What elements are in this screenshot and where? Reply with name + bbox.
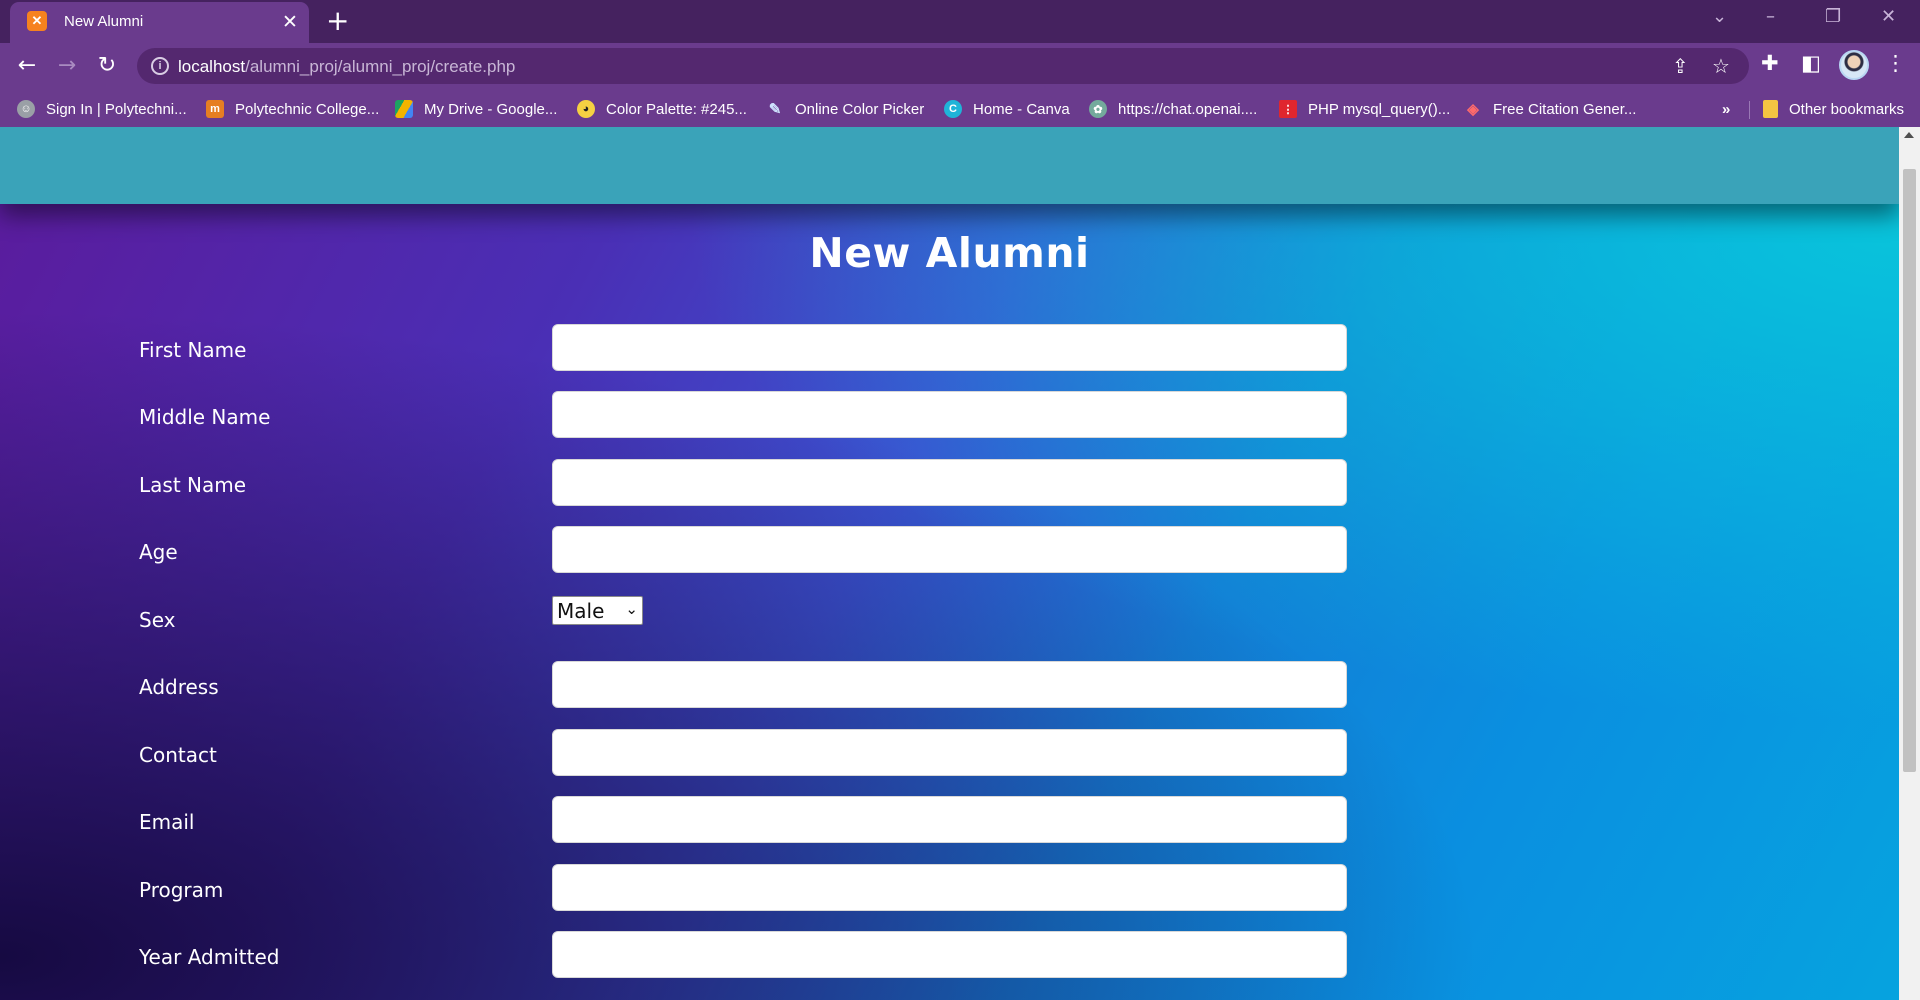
bookmark-item[interactable]: ◕ Color Palette: #245... [577, 98, 747, 120]
php-icon: ⋮ [1279, 100, 1297, 118]
polytechnic-icon: ☺ [17, 100, 35, 118]
browser-tab-strip: ✕ New Alumni ✕ + ⌄ – ❐ ✕ [0, 0, 1920, 43]
year-admitted-input[interactable] [552, 931, 1347, 978]
forward-icon[interactable]: → [53, 51, 81, 79]
middle-name-input[interactable] [552, 391, 1347, 438]
chevron-down-icon: ⌄ [625, 600, 638, 618]
menu-icon[interactable]: ⋮ [1885, 51, 1906, 75]
window-close-icon[interactable]: ✕ [1881, 6, 1896, 27]
bookmark-star-icon[interactable]: ☆ [1712, 54, 1730, 78]
scroll-up-arrow-icon[interactable] [1904, 132, 1914, 138]
contact-input[interactable] [552, 729, 1347, 776]
first-name-label: First Name [139, 338, 247, 362]
browser-tab[interactable]: ✕ New Alumni ✕ [10, 2, 309, 43]
tab-search-icon[interactable]: ⌄ [1712, 6, 1727, 27]
page-viewport: New Alumni First Name Middle Name Last N… [0, 127, 1899, 1000]
tab-title: New Alumni [64, 13, 144, 30]
sex-label: Sex [139, 608, 176, 632]
bookmark-label: Home - Canva [973, 100, 1070, 118]
address-label: Address [139, 675, 219, 699]
browser-toolbar: ← → ↻ i localhost/alumni_proj/alumni_pro… [0, 43, 1920, 89]
bookmark-label: PHP mysql_query()... [1308, 100, 1451, 118]
address-input[interactable] [552, 661, 1347, 708]
other-bookmarks-button[interactable]: Other bookmarks [1763, 98, 1904, 120]
share-icon[interactable]: ⇪ [1672, 54, 1689, 78]
page-title: New Alumni [809, 229, 1090, 277]
year-admitted-label: Year Admitted [139, 945, 280, 969]
first-name-input[interactable] [552, 324, 1347, 371]
palette-icon: ◕ [577, 100, 595, 118]
program-input[interactable] [552, 864, 1347, 911]
page-header-bar [0, 127, 1899, 204]
canva-icon: C [944, 100, 962, 118]
new-tab-icon[interactable]: + [326, 5, 349, 37]
minimize-icon[interactable]: – [1766, 6, 1775, 27]
close-tab-icon[interactable]: ✕ [282, 12, 298, 32]
back-icon[interactable]: ← [13, 51, 41, 79]
sex-select[interactable]: Male ⌄ [552, 596, 643, 625]
scrollbar-thumb[interactable] [1903, 169, 1916, 772]
age-label: Age [139, 540, 178, 564]
bookmark-label: Sign In | Polytechni... [46, 100, 187, 118]
site-info-icon[interactable]: i [151, 57, 169, 75]
bookmark-label: Polytechnic College... [235, 100, 380, 118]
sex-selected-value: Male [557, 598, 605, 623]
citation-icon: ◈ [1467, 101, 1479, 118]
bookmark-label: Online Color Picker [795, 100, 925, 118]
other-bookmarks-label: Other bookmarks [1789, 100, 1905, 118]
bookmark-item[interactable]: ⋮ PHP mysql_query()... [1279, 98, 1450, 120]
bookmark-label: https://chat.openai.... [1118, 100, 1258, 118]
page-scrollbar[interactable] [1899, 127, 1920, 1000]
url-text[interactable]: localhost/alumni_proj/alumni_proj/create… [178, 57, 515, 77]
bookmark-item[interactable]: ✿ https://chat.openai.... [1089, 98, 1257, 120]
middle-name-label: Middle Name [139, 405, 271, 429]
openai-icon: ✿ [1089, 100, 1107, 118]
bookmark-item[interactable]: My Drive - Google... [395, 98, 557, 120]
bookmarks-divider [1749, 101, 1750, 119]
folder-icon [1763, 100, 1778, 118]
contact-label: Contact [139, 743, 217, 767]
bookmark-item[interactable]: m Polytechnic College... [206, 98, 379, 120]
last-name-input[interactable] [552, 459, 1347, 506]
bookmark-label: Free Citation Gener... [1493, 100, 1637, 118]
email-label: Email [139, 810, 195, 834]
program-label: Program [139, 878, 224, 902]
xampp-icon: ✕ [27, 11, 47, 31]
last-name-label: Last Name [139, 473, 247, 497]
reload-icon[interactable]: ↻ [93, 51, 121, 79]
bookmark-item[interactable]: ✎ Online Color Picker [766, 98, 925, 120]
college-icon: m [206, 100, 224, 118]
email-input[interactable] [552, 796, 1347, 843]
bookmark-item[interactable]: ☺ Sign In | Polytechni... [17, 98, 187, 120]
bookmark-item[interactable]: C Home - Canva [944, 98, 1070, 120]
google-drive-icon [395, 100, 413, 118]
bookmark-label: Color Palette: #245... [606, 100, 747, 118]
bookmark-item[interactable]: ◈ Free Citation Gener... [1464, 98, 1636, 120]
extensions-icon[interactable]: ✚ [1761, 51, 1779, 75]
restore-icon[interactable]: ❐ [1825, 6, 1841, 27]
age-input[interactable] [552, 526, 1347, 573]
address-bar[interactable]: i localhost/alumni_proj/alumni_proj/crea… [137, 48, 1749, 84]
side-panel-icon[interactable]: ◧ [1801, 51, 1821, 75]
bookmarks-bar: ☺ Sign In | Polytechni... m Polytechnic … [0, 89, 1920, 127]
bookmarks-overflow-button[interactable]: » [1722, 98, 1730, 120]
color-picker-icon: ✎ [768, 101, 782, 118]
bookmark-label: My Drive - Google... [424, 100, 558, 118]
profile-avatar[interactable] [1839, 50, 1869, 80]
